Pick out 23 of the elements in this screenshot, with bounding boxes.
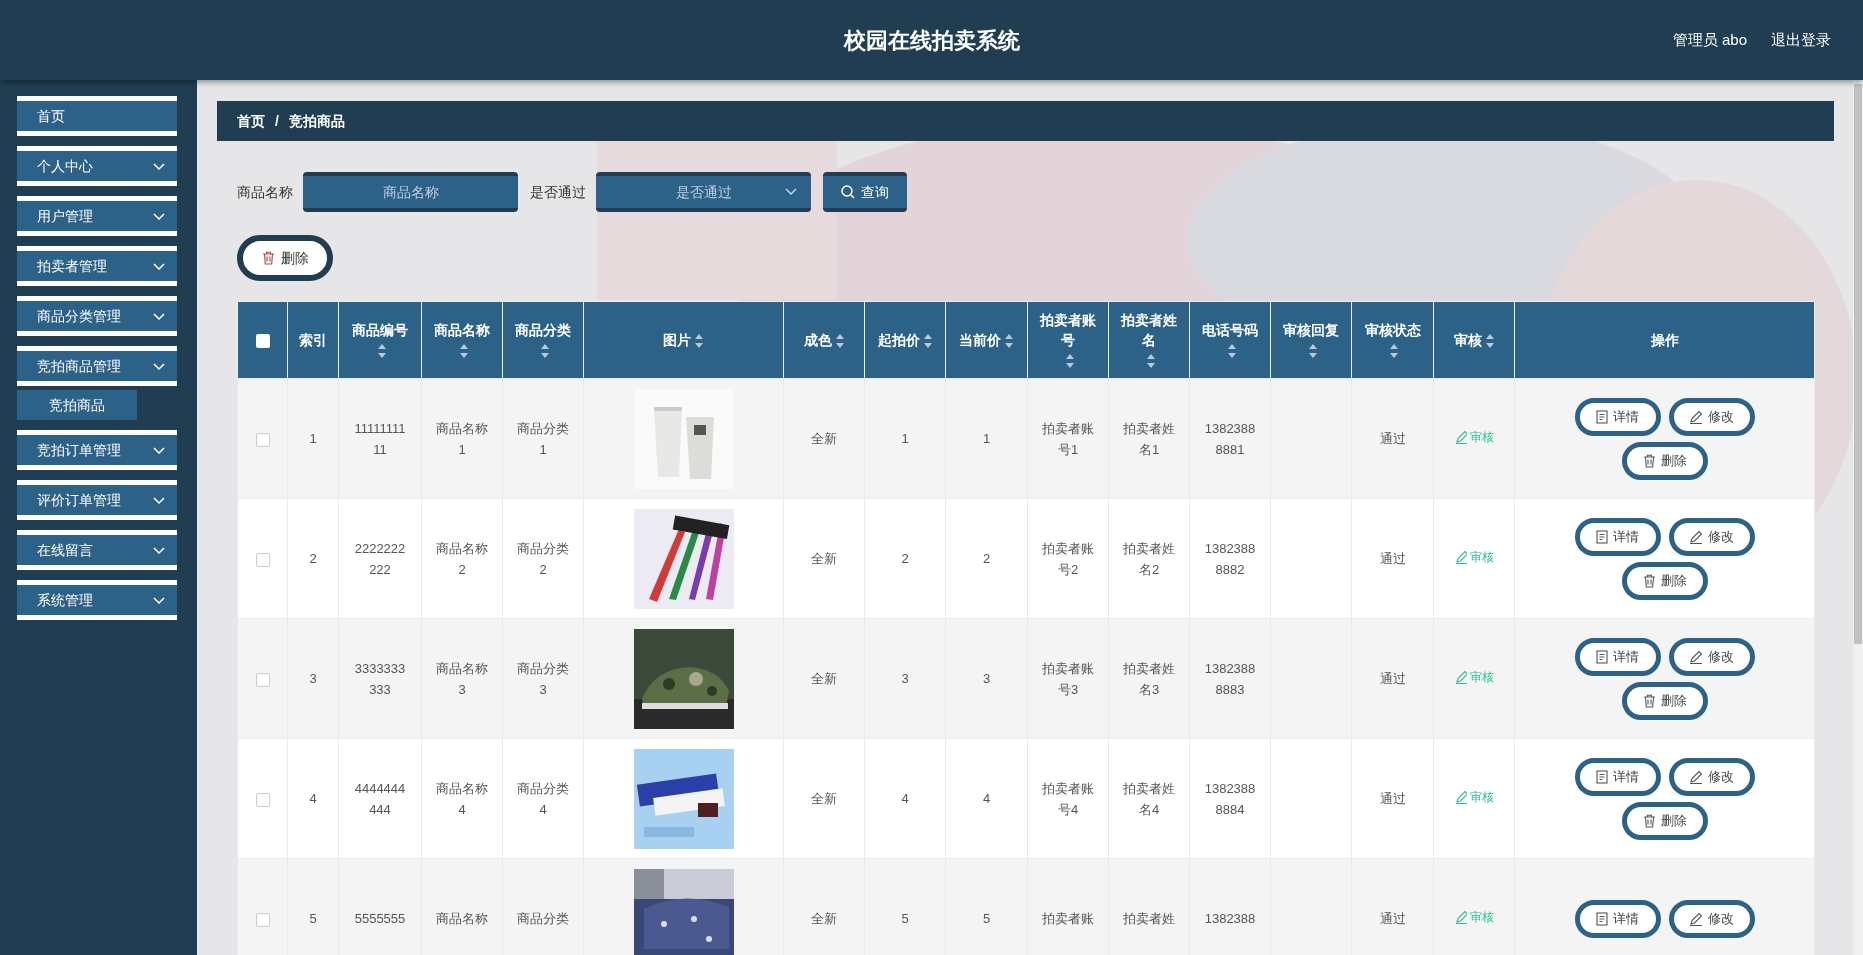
app-title: 校园在线拍卖系统	[843, 26, 1020, 55]
menu-item[interactable]: 个人中心	[17, 146, 177, 186]
chevron-down-icon	[153, 446, 165, 454]
menu-item[interactable]: 拍卖者管理	[17, 246, 177, 286]
menu-item[interactable]: 首页	[17, 96, 177, 136]
user-name: 管理员 abo	[1672, 29, 1747, 50]
chevron-down-icon	[153, 362, 165, 370]
menu-item[interactable]: 竞拍订单管理	[17, 430, 177, 470]
chevron-down-icon	[153, 546, 165, 554]
chevron-down-icon	[153, 212, 165, 220]
menu-item[interactable]: 系统管理	[17, 580, 177, 620]
menu-item[interactable]: 评价订单管理	[17, 480, 177, 520]
menu-item[interactable]: 用户管理	[17, 196, 177, 236]
menu-item[interactable]: 商品分类管理	[17, 296, 177, 336]
chevron-down-icon	[153, 162, 165, 170]
chevron-down-icon	[153, 262, 165, 270]
chevron-down-icon	[153, 596, 165, 604]
chevron-down-icon	[153, 312, 165, 320]
submenu-item[interactable]: 竞拍商品	[17, 390, 137, 420]
chevron-down-icon	[153, 496, 165, 504]
menu-item[interactable]: 竞拍商品管理	[17, 346, 177, 386]
menu-item[interactable]: 在线留言	[17, 530, 177, 570]
logout-link[interactable]: 退出登录	[1771, 28, 1831, 52]
